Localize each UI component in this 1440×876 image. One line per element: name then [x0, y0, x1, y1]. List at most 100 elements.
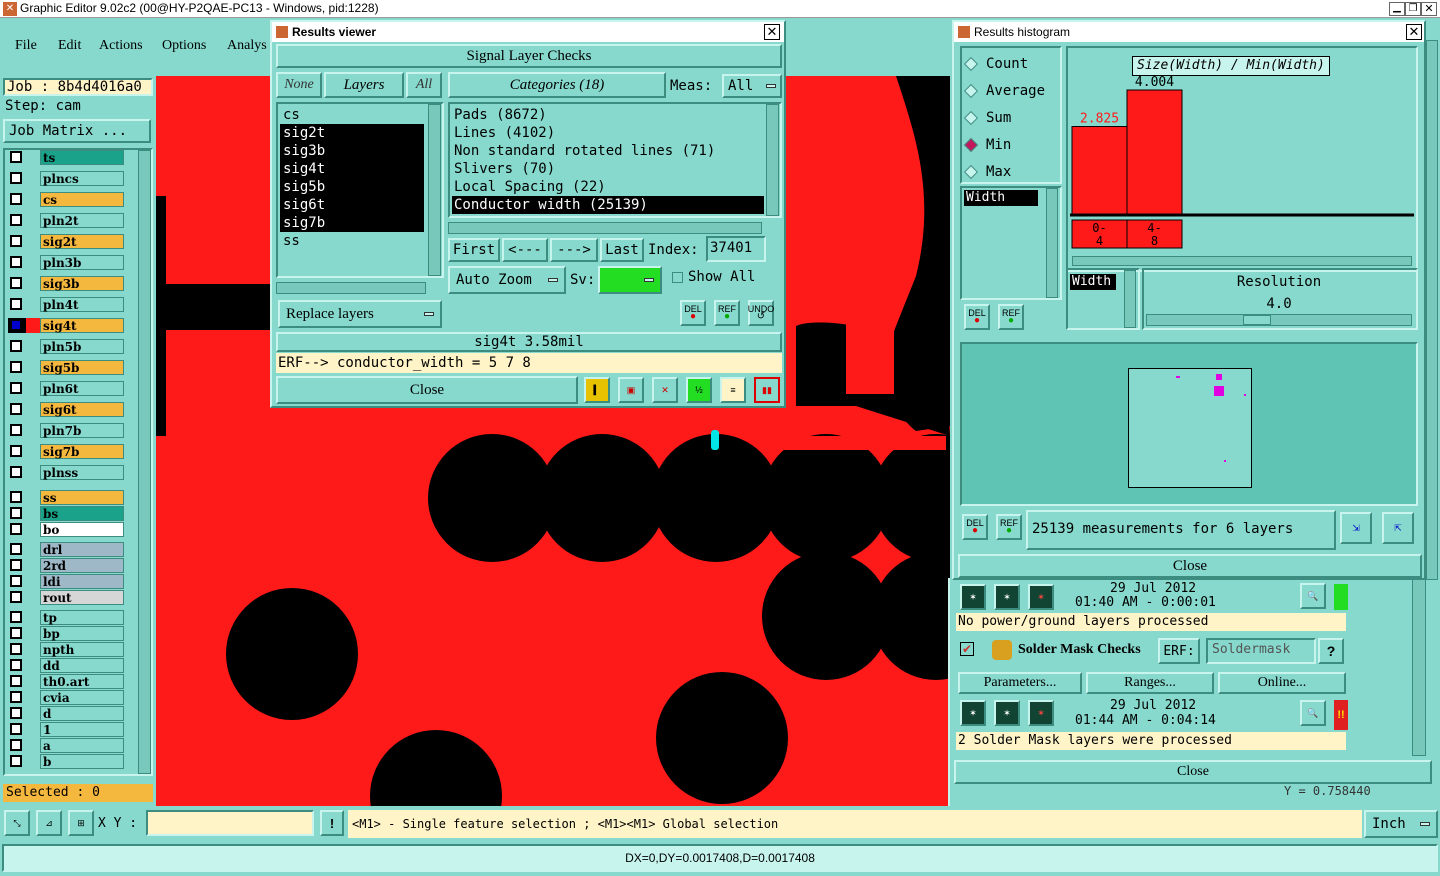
categories-scrollbar[interactable] [766, 104, 779, 216]
stop-icon-2[interactable]: ✶ [1028, 700, 1054, 726]
hist-ref-icon-2[interactable]: REF ● [996, 514, 1022, 540]
layer-checkbox[interactable] [10, 298, 22, 310]
erf-button[interactable]: ERF: [1158, 638, 1200, 664]
histogram-icon[interactable]: ▮▮ [754, 377, 780, 403]
hist-del-icon[interactable]: DEL ● [964, 304, 990, 330]
layer-row[interactable]: plncs [8, 171, 124, 186]
layer-checkbox[interactable] [10, 659, 22, 671]
layer-row[interactable]: ts [8, 150, 124, 165]
auto-zoom-dropdown[interactable]: Auto Zoom [448, 266, 566, 294]
layer-checkbox[interactable] [10, 643, 22, 655]
sv-color-dropdown[interactable] [598, 266, 662, 294]
layer-checkbox[interactable] [10, 739, 22, 751]
menu-edit[interactable]: Edit [58, 38, 81, 54]
index-field[interactable]: 37401 [706, 236, 766, 262]
layer-row[interactable]: drl [8, 542, 124, 557]
category-item[interactable]: Slivers (70) [452, 160, 764, 178]
hist-ref-icon[interactable]: REF ● [998, 304, 1024, 330]
layer-row[interactable]: a [8, 738, 124, 753]
layer-row[interactable]: bp [8, 626, 124, 641]
categories-hscrollbar[interactable] [448, 222, 762, 234]
layer-row[interactable]: d [8, 706, 124, 721]
layer-checkbox[interactable] [10, 403, 22, 415]
layer-row[interactable]: bs [8, 506, 124, 521]
hist-del-icon-2[interactable]: DEL ● [962, 514, 988, 540]
layer-checkbox[interactable] [10, 723, 22, 735]
zoom-icon-2[interactable]: 🔍 [1300, 700, 1326, 726]
layer-list-scrollbar[interactable] [138, 150, 151, 774]
layer-checkbox[interactable] [10, 675, 22, 687]
layer-checkbox[interactable] [10, 340, 22, 352]
layer-checkbox[interactable] [10, 277, 22, 289]
list-icon[interactable]: ≡ [720, 377, 746, 403]
report-icon[interactable]: ▣ [618, 377, 644, 403]
category-item[interactable]: Lines (4102) [452, 124, 764, 142]
histogram-close-icon[interactable]: ✕ [1406, 24, 1422, 40]
layer-checkbox[interactable] [10, 235, 22, 247]
split-view-icon[interactable]: ½ [686, 377, 712, 403]
layer-row[interactable]: sig4t [8, 318, 124, 333]
layer-row[interactable]: sig7b [8, 444, 124, 459]
rv-layer-scrollbar[interactable] [428, 104, 441, 276]
run-icon-2[interactable]: ✶ [960, 700, 986, 726]
layer-checkbox[interactable] [10, 611, 22, 623]
flag-icon[interactable]: ▍ [584, 377, 610, 403]
layer-checkbox[interactable] [10, 151, 22, 163]
layer-row[interactable]: cs [8, 192, 124, 207]
category-item[interactable]: Non standard rotated lines (71) [452, 142, 764, 160]
parameters-button[interactable]: Parameters... [958, 672, 1082, 694]
field2-scrollbar[interactable] [1124, 270, 1136, 328]
layer-checkbox[interactable] [10, 172, 22, 184]
mode-option-sum[interactable]: Sum [963, 108, 1011, 128]
field-width-item[interactable]: Width [964, 190, 1038, 206]
menu-options[interactable]: Options [162, 38, 206, 54]
layer-checkbox[interactable] [10, 755, 22, 767]
rv-layer-item[interactable]: cs [280, 106, 424, 124]
mode-option-max[interactable]: Max [963, 162, 1011, 182]
run-icon[interactable]: ✶ [960, 584, 986, 610]
rv-close-button[interactable]: Close [276, 376, 578, 404]
zoom-icon-1[interactable]: 🔍 [1300, 583, 1326, 609]
run-all-icon[interactable]: ✶ [994, 584, 1020, 610]
layer-checkbox[interactable] [10, 523, 22, 535]
solder-check-checkbox[interactable]: ✔ [960, 642, 974, 656]
mode-option-min[interactable]: Min [963, 135, 1011, 155]
rv-layer-item[interactable]: sig3b [280, 142, 424, 160]
layer-row[interactable]: 1 [8, 722, 124, 737]
run-all-icon-2[interactable]: ✶ [994, 700, 1020, 726]
all-layers-button[interactable]: All [406, 72, 442, 98]
erf-field[interactable]: Soldermask [1206, 638, 1316, 664]
layer-row[interactable]: pln7b [8, 423, 124, 438]
layer-checkbox[interactable] [10, 543, 22, 555]
menu-actions[interactable]: Actions [99, 38, 143, 54]
export-icon[interactable]: ⇲ [1340, 512, 1372, 544]
layer-checkbox[interactable] [10, 382, 22, 394]
layer-row[interactable]: npth [8, 642, 124, 657]
clear-icon[interactable]: ✕ [652, 377, 678, 403]
layer-checkbox[interactable] [10, 591, 22, 603]
rv-layer-hscrollbar[interactable] [276, 282, 426, 294]
layer-row[interactable]: b [8, 754, 124, 769]
unit-dropdown[interactable]: Inch [1364, 810, 1438, 838]
layer-row[interactable]: ss [8, 490, 124, 505]
layer-checkbox[interactable] [10, 559, 22, 571]
radio-icon[interactable] [963, 164, 979, 180]
del-icon[interactable]: DEL ● [680, 300, 706, 326]
replace-layers-dropdown[interactable]: Replace layers [278, 300, 442, 328]
layer-checkbox[interactable] [10, 361, 22, 373]
layer-checkbox[interactable] [10, 319, 22, 331]
stop-icon[interactable]: ✶ [1028, 584, 1054, 610]
category-item[interactable]: Local Spacing (22) [452, 178, 764, 196]
radio-icon[interactable] [963, 56, 979, 72]
layer-row[interactable]: pln4t [8, 297, 124, 312]
measure-icon[interactable]: ⊿ [36, 810, 62, 836]
rv-layer-item[interactable]: sig4t [280, 160, 424, 178]
radio-icon[interactable] [963, 83, 979, 99]
layer-row[interactable]: pln6t [8, 381, 124, 396]
layer-checkbox[interactable] [10, 691, 22, 703]
minimize-button[interactable]: ▁ [1389, 2, 1405, 16]
xy-input[interactable] [146, 810, 314, 836]
online-button[interactable]: Online... [1218, 672, 1346, 694]
main-right-scrollbar[interactable] [1426, 40, 1438, 580]
category-item[interactable]: Pads (8672) [452, 106, 764, 124]
